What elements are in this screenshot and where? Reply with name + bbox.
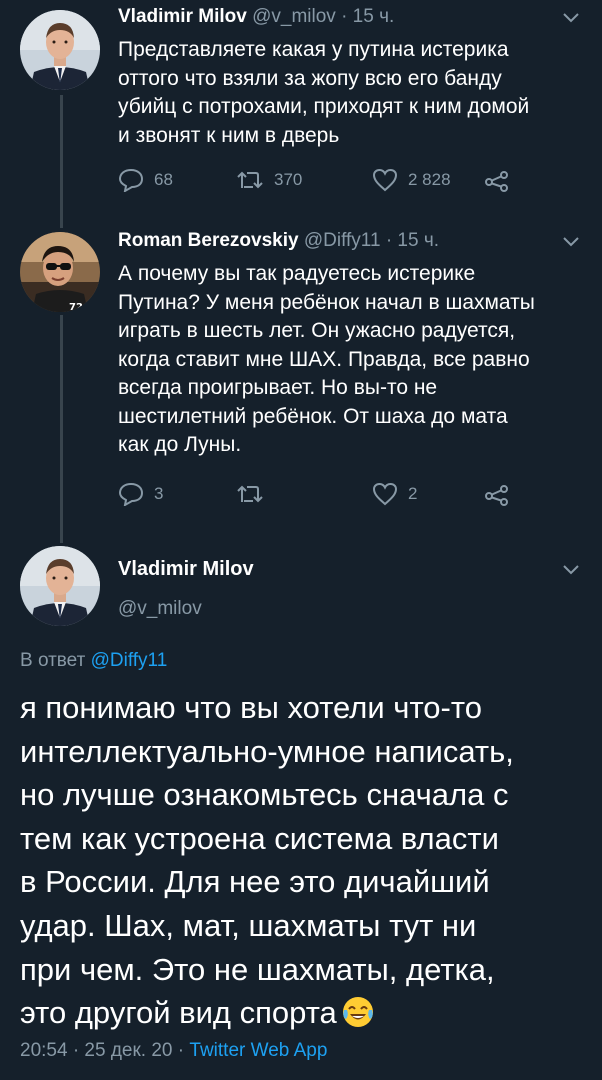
author-handle[interactable]: @v_milov bbox=[118, 598, 202, 620]
reply-handle-link[interactable]: @Diffy11 bbox=[91, 650, 168, 671]
author-name[interactable]: Vladimir Milov bbox=[118, 558, 254, 581]
tweet-text-line: при чем. Это не шахматы, детка, bbox=[20, 951, 495, 987]
tweet-source-link[interactable]: Twitter Web App bbox=[189, 1040, 327, 1061]
chevron-down-icon[interactable] bbox=[562, 564, 580, 576]
tweet-text-line: в России. Для нее это дичайший bbox=[20, 864, 490, 900]
tweet-text-line: это другой вид спорта bbox=[20, 995, 337, 1031]
tweet-text-line: но лучше ознакомьтесь сначала с bbox=[20, 777, 509, 813]
tweet-text-line-last: это другой вид спорта bbox=[20, 991, 590, 1035]
face-with-tears-of-joy-icon bbox=[342, 997, 373, 1028]
tweet-text-line: я понимаю что вы хотели что-то bbox=[20, 690, 482, 725]
tweet-text-line: удар. Шах, мат, шахматы тут ни bbox=[20, 907, 477, 943]
reply-prefix: В ответ bbox=[20, 650, 86, 671]
tweet-text-line: тем как устроена система власти bbox=[20, 820, 499, 856]
main-tweet: Vladimir Milov @v_milov В ответ @Diffy11… bbox=[0, 0, 602, 1080]
reply-context: В ответ @Diffy11 bbox=[20, 650, 167, 672]
tweet-footer: 20:54 · 25 дек. 20 · Twitter Web App bbox=[20, 1040, 327, 1062]
tweet-text: я понимаю что вы хотели что-то интеллект… bbox=[20, 686, 590, 1035]
tweet-timestamp[interactable]: 20:54 · 25 дек. 20 · bbox=[20, 1040, 184, 1061]
avatar[interactable] bbox=[20, 546, 100, 626]
tweet-text-line: интеллектуально-умное написать, bbox=[20, 733, 514, 769]
